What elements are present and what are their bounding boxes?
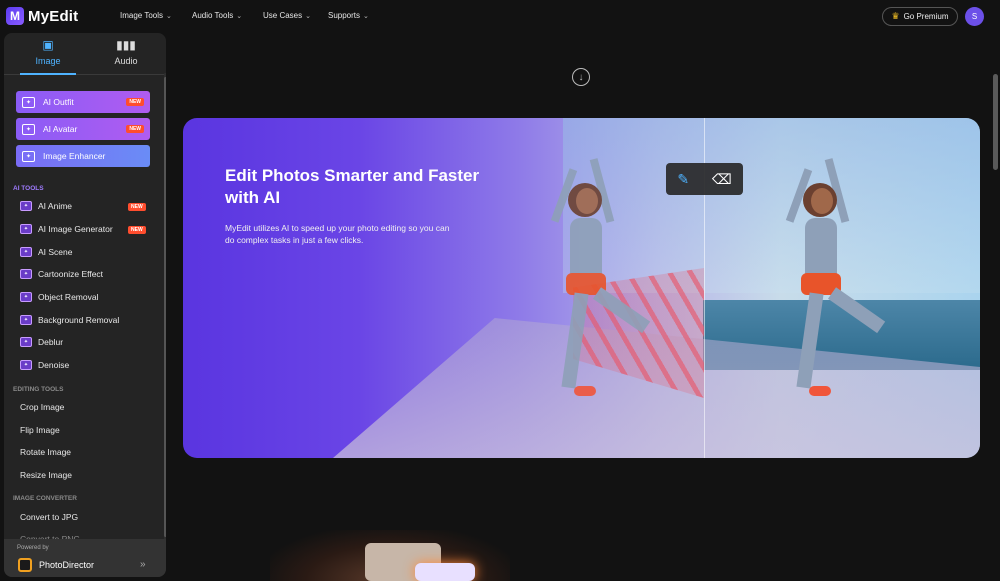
image-icon: ▣ <box>42 38 54 52</box>
sidebar-item-flip-image[interactable]: Flip Image <box>20 425 60 435</box>
section-ai-tools: AI TOOLS <box>13 185 44 192</box>
sidebar-item-cartoonize-effect[interactable]: ✦ Cartoonize Effect <box>20 269 103 279</box>
sidebar-item-object-removal[interactable]: ✦ Object Removal <box>20 292 98 302</box>
sidebar-item-resize-image[interactable]: Resize Image <box>20 470 72 480</box>
chevron-down-icon: ⌄ <box>166 12 172 20</box>
ai-sparkle-icon: ✦ <box>20 360 32 370</box>
nav-image-tools[interactable]: Image Tools ⌄ <box>120 11 172 20</box>
ai-sparkle-icon: ✦ <box>22 123 35 135</box>
chevron-down-icon: ⌄ <box>363 12 369 20</box>
sidebar: ▣ Image ▮▮▮ Audio ✦ AI Outfit NEW ✦ AI A… <box>4 33 166 577</box>
sidebar-item-background-removal[interactable]: ✦ Background Removal <box>20 315 119 325</box>
hero-tool-popup: ✎ ⌫ <box>666 163 743 195</box>
new-badge: NEW <box>126 125 144 133</box>
feature-image-enhancer[interactable]: ✦ Image Enhancer <box>16 145 150 167</box>
brand-name[interactable]: MyEdit <box>28 8 78 25</box>
ai-sparkle-icon: ✦ <box>20 315 32 325</box>
sidebar-item-denoise[interactable]: ✦ Denoise <box>20 360 69 370</box>
double-chevron-right-icon[interactable]: » <box>140 559 146 570</box>
hero-person-before <box>538 148 651 408</box>
sidebar-item-deblur[interactable]: ✦ Deblur <box>20 337 63 347</box>
new-badge: NEW <box>126 98 144 106</box>
waveform-icon: ▮▮▮ <box>116 38 136 52</box>
hero-person-after <box>773 148 886 408</box>
section-image-converter: IMAGE CONVERTER <box>13 495 77 502</box>
sidebar-item-ai-scene[interactable]: ✦ AI Scene <box>20 247 73 257</box>
sidebar-item-ai-image-generator[interactable]: ✦ AI Image Generator NEW <box>20 224 146 234</box>
active-tab-indicator <box>20 73 76 75</box>
crown-icon: ♛ <box>891 11 900 21</box>
sidebar-item-crop-image[interactable]: Crop Image <box>20 402 64 412</box>
tab-audio[interactable]: ▮▮▮ Audio <box>96 39 156 66</box>
sidebar-tabs: ▣ Image ▮▮▮ Audio <box>4 33 166 75</box>
hero-title: Edit Photos Smarter and Faster with AI <box>225 166 480 207</box>
nav-audio-tools[interactable]: Audio Tools ⌄ <box>192 11 242 20</box>
hero-description: MyEdit utilizes AI to speed up your phot… <box>225 223 450 245</box>
chevron-down-icon: ⌄ <box>305 12 311 20</box>
chevron-down-icon: ⌄ <box>236 12 243 20</box>
sidebar-item-rotate-image[interactable]: Rotate Image <box>20 447 71 457</box>
page-scrollbar-thumb[interactable] <box>993 74 998 170</box>
top-bar: M MyEdit Image Tools ⌄ Audio Tools ⌄ Use C… <box>0 0 1000 33</box>
sidebar-scrollbar-thumb[interactable] <box>164 77 166 537</box>
section-editing-tools: EDITING TOOLS <box>13 386 64 393</box>
eraser-icon[interactable]: ⌫ <box>712 171 732 188</box>
go-premium-button[interactable]: ♛ Go Premium <box>882 7 958 26</box>
tab-image[interactable]: ▣ Image <box>18 39 78 66</box>
ai-sparkle-icon: ✦ <box>20 292 32 302</box>
powered-by-label: Powered by <box>17 545 49 551</box>
feature-ai-avatar[interactable]: ✦ AI Avatar NEW <box>16 118 150 140</box>
new-badge: NEW <box>128 203 146 211</box>
ai-sparkle-icon: ✦ <box>20 269 32 279</box>
sidebar-item-ai-anime[interactable]: ✦ AI Anime NEW <box>20 201 146 211</box>
photodirector-name: PhotoDirector <box>39 560 95 570</box>
nav-use-cases[interactable]: Use Cases ⌄ <box>263 11 311 20</box>
ai-sparkle-icon: ✦ <box>20 224 32 234</box>
hero-banner: ✎ ⌫ Edit Photos Smarter and Faster with … <box>183 118 980 458</box>
myedit-logo-icon[interactable]: M <box>6 7 24 25</box>
preview-card-glow <box>415 563 475 581</box>
photodirector-logo-icon <box>18 558 32 572</box>
new-badge: NEW <box>128 226 146 234</box>
brush-icon[interactable]: ✎ <box>677 171 689 188</box>
ai-sparkle-icon: ✦ <box>22 96 35 108</box>
feature-ai-outfit[interactable]: ✦ AI Outfit NEW <box>16 91 150 113</box>
ai-sparkle-icon: ✦ <box>22 150 35 162</box>
ai-sparkle-icon: ✦ <box>20 201 32 211</box>
ai-sparkle-icon: ✦ <box>20 247 32 257</box>
user-avatar[interactable]: S <box>965 7 984 26</box>
scroll-down-icon[interactable]: ↓ <box>572 68 590 86</box>
powered-by-panel[interactable]: Powered by PhotoDirector » <box>4 539 166 577</box>
ai-sparkle-icon: ✦ <box>20 337 32 347</box>
sidebar-item-convert-to-jpg[interactable]: Convert to JPG <box>20 512 78 522</box>
nav-supports[interactable]: Supports ⌄ <box>328 11 369 20</box>
